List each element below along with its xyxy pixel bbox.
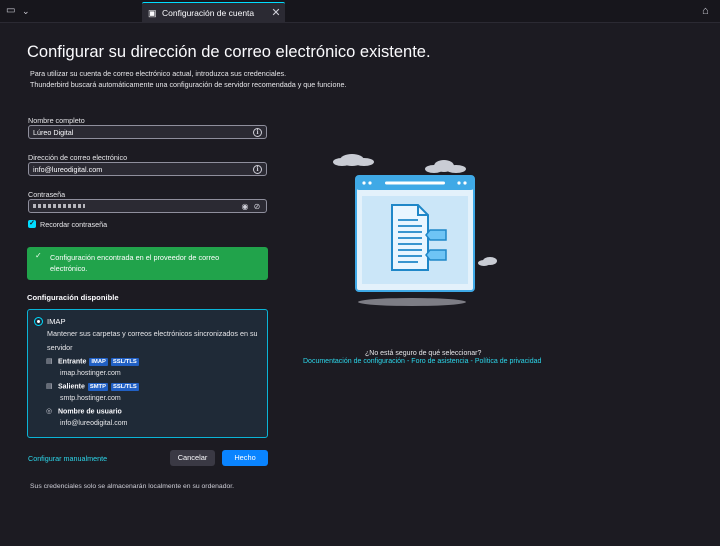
footer-note: Sus credenciales solo se almacenarán loc… <box>30 483 235 490</box>
username-value: info@lureodigital.com <box>60 420 128 427</box>
email-value: info@lureodigital.com <box>33 165 103 174</box>
protocol-description: Mantener sus carpetas y correos electrón… <box>47 329 258 352</box>
user-icon: ◎ <box>46 408 53 415</box>
remember-password-checkbox[interactable]: ✓ <box>28 220 36 228</box>
outgoing-host: smtp.hostinger.com <box>60 395 121 402</box>
cloud-right <box>425 160 466 173</box>
folder-icon[interactable]: ▭ <box>6 6 18 16</box>
outgoing-row: ▤ Saliente SMTP SSL/TLS <box>46 383 139 391</box>
protocol-label: IMAP <box>47 317 66 326</box>
password-mask <box>33 204 85 208</box>
illustration-shadow <box>358 298 466 306</box>
setup-illustration <box>333 154 497 306</box>
tab-title: Configuración de cuenta <box>162 8 255 18</box>
incoming-row: ▤ Entrante IMAP SSL/TLS <box>46 358 139 366</box>
info-icon[interactable]: i <box>253 165 262 174</box>
tab-strip: ▭ ⌄ ▣ Configuración de cuenta ✕ ⌂ <box>0 0 720 23</box>
cloud-far-right <box>478 257 497 266</box>
password-field[interactable]: ◉ ⊘ <box>28 199 267 213</box>
remember-password-label[interactable]: Recordar contraseña <box>40 220 107 229</box>
manual-config-link[interactable]: Configurar manualmente <box>28 454 107 463</box>
help-question: ¿No está seguro de qué seleccionar? <box>365 350 482 357</box>
cancel-button[interactable]: Cancelar <box>170 450 215 466</box>
outgoing-server-icon: ▤ <box>46 383 53 390</box>
check-icon: ✓ <box>35 251 42 260</box>
close-icon[interactable]: ✕ <box>270 6 282 20</box>
info-icon[interactable]: i <box>253 128 262 137</box>
done-button[interactable]: Hecho <box>222 450 268 466</box>
settings-tab-icon: ▣ <box>148 8 157 18</box>
badge-smtp: SMTP <box>87 383 108 391</box>
outgoing-label: Saliente <box>58 383 85 391</box>
password-label: Contraseña <box>28 190 66 199</box>
badge-ssl: SSL/TLS <box>110 383 139 391</box>
page-subtitle-2: Thunderbird buscará automáticamente una … <box>30 80 347 89</box>
email-field[interactable]: info@lureodigital.com i <box>28 162 267 176</box>
eye-icon[interactable]: ◉ <box>240 202 250 211</box>
success-notice-text: Configuración encontrada en el proveedor… <box>50 253 220 273</box>
chevron-down-icon[interactable]: ⌄ <box>22 6 34 16</box>
username-label: Nombre de usuario <box>58 408 122 416</box>
help-links: Documentación de configuración - Foro de a… <box>303 358 541 365</box>
imap-config-card[interactable]: IMAP Mantener sus carpetas y correos ele… <box>27 309 268 438</box>
page-title: Configurar su dirección de correo electr… <box>27 43 431 61</box>
name-value: Lúreo Digital <box>33 128 74 137</box>
imap-radio[interactable] <box>34 317 43 326</box>
incoming-label: Entrante <box>58 358 87 366</box>
incoming-host: imap.hostinger.com <box>60 370 121 377</box>
name-label: Nombre completo <box>28 116 85 125</box>
tab-account-setup[interactable]: ▣ Configuración de cuenta ✕ <box>142 2 285 23</box>
badge-ssl: SSL/TLS <box>110 358 139 366</box>
page-subtitle-1: Para utilizar su cuenta de correo electr… <box>30 69 287 78</box>
privacy-link[interactable]: Política de privacidad <box>475 358 542 365</box>
incoming-server-icon: ▤ <box>46 358 53 365</box>
name-field[interactable]: Lúreo Digital i <box>28 125 267 139</box>
username-row: ◎ Nombre de usuario <box>46 408 122 416</box>
docs-link[interactable]: Documentación de configuración <box>303 358 405 365</box>
badge-imap: IMAP <box>89 358 108 366</box>
success-notice: ✓ Configuración encontrada en el proveed… <box>27 247 268 280</box>
cloud-left <box>333 154 374 166</box>
config-section-title: Configuración disponible <box>27 293 119 302</box>
eye-off-icon[interactable]: ⊘ <box>252 202 262 211</box>
email-label: Dirección de correo electrónico <box>28 153 128 162</box>
app-icon[interactable]: ⌂ <box>702 5 714 17</box>
support-link[interactable]: Foro de asistencia <box>411 358 468 365</box>
